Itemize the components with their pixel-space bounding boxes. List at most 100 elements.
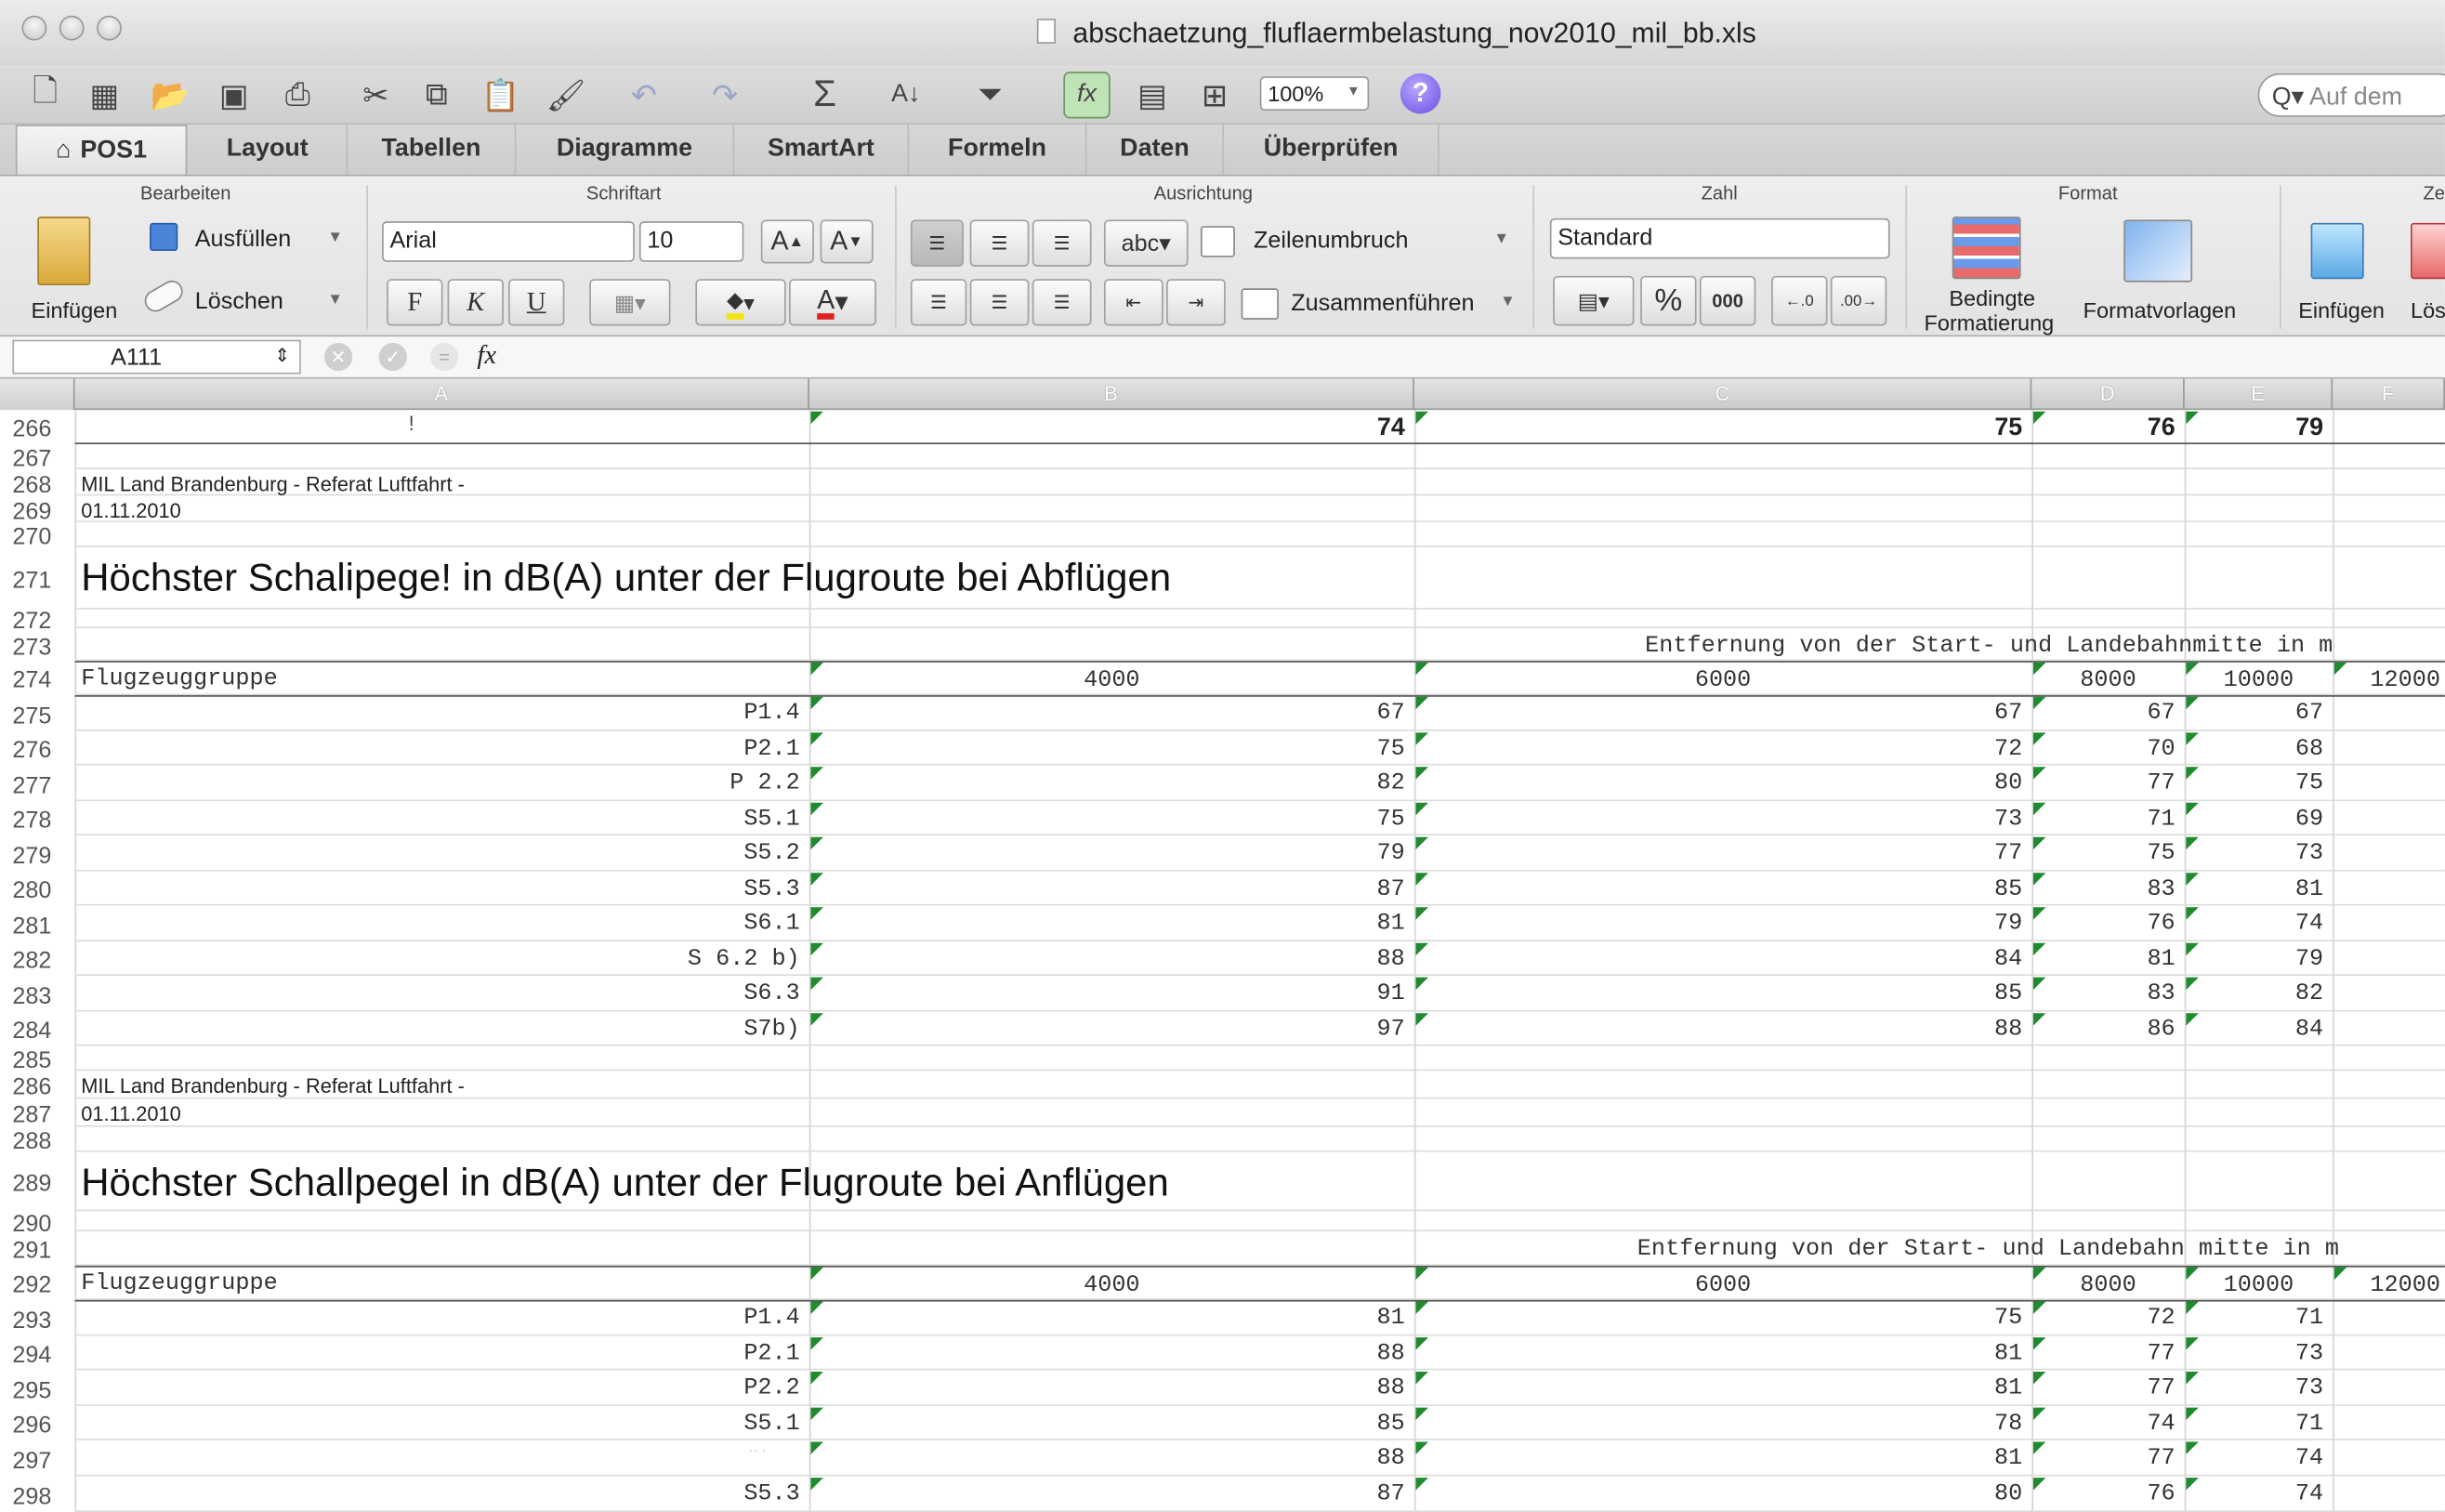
row-number[interactable]: 273 — [0, 627, 75, 662]
templates-icon[interactable]: ▦ — [81, 72, 127, 118]
fill-color-icon[interactable]: ◆ ▾ — [695, 279, 786, 326]
distance-10000[interactable]: 10000 — [2185, 1273, 2333, 1296]
aircraft-group[interactable]: S6.3 — [75, 982, 800, 1006]
noise-value[interactable]: 67 — [2185, 702, 2323, 725]
aircraft-group[interactable]: S5.1 — [75, 808, 800, 831]
row-number[interactable]: 287 — [0, 1098, 75, 1128]
noise-value[interactable]: 82 — [809, 771, 1405, 795]
noise-value[interactable]: 81 — [1414, 1447, 2022, 1470]
toolbox-icon[interactable]: ⊞ — [1191, 72, 1238, 118]
noise-value[interactable]: 85 — [809, 1413, 1405, 1436]
noise-value[interactable]: 73 — [2185, 842, 2323, 865]
noise-value[interactable]: 88 — [809, 948, 1405, 971]
decrease-indent-icon[interactable]: ⇤ — [1103, 279, 1163, 326]
noise-value[interactable]: 81 — [2185, 877, 2323, 901]
conditional-formatting-label-2[interactable]: Formatierung — [1925, 310, 2055, 335]
noise-value[interactable]: 81 — [1414, 1342, 2022, 1365]
distance-header[interactable]: Entfernung von der Start- und Landebahn … — [1637, 1238, 2339, 1261]
row-number[interactable]: 285 — [0, 1045, 75, 1074]
row-number[interactable]: 270 — [0, 521, 75, 550]
row-number[interactable]: 279 — [0, 835, 75, 872]
chevron-down-icon[interactable]: ▼ — [327, 230, 343, 246]
conditional-formatting-label[interactable]: Bedingte — [1949, 285, 2035, 310]
tab-tabellen[interactable]: Tabellen — [348, 125, 517, 175]
aircraft-group[interactable]: S6.1 — [75, 912, 800, 935]
row-number[interactable]: 267 — [0, 444, 75, 472]
noise-value[interactable]: 73 — [2185, 1376, 2323, 1400]
row-number[interactable]: 298 — [0, 1476, 75, 1512]
font-name-select[interactable]: Arial — [382, 221, 635, 262]
row-number[interactable]: 295 — [0, 1370, 75, 1406]
noise-value[interactable]: 87 — [809, 1482, 1405, 1505]
noise-value[interactable]: 91 — [809, 982, 1405, 1006]
equals-icon[interactable]: = — [430, 343, 459, 372]
noise-value[interactable]: 75 — [2185, 771, 2323, 795]
noise-value[interactable]: 67 — [2031, 702, 2175, 725]
noise-value[interactable]: 79 — [2185, 948, 2323, 971]
cell-e266[interactable]: 79 — [2185, 415, 2323, 441]
noise-value[interactable]: 88 — [809, 1376, 1405, 1400]
undo-icon[interactable]: ↶ — [621, 72, 667, 118]
open-icon[interactable]: 📂 — [147, 72, 193, 118]
column-header-a[interactable]: A — [75, 378, 809, 411]
font-color-button[interactable]: A ▾ — [789, 279, 876, 326]
paste-icon[interactable] — [37, 217, 91, 285]
ausfuellen-button[interactable]: Ausfüllen — [195, 226, 292, 253]
row-number[interactable]: 278 — [0, 801, 75, 836]
underline-button[interactable]: U — [507, 279, 565, 326]
cell-c266[interactable]: 75 — [1414, 415, 2022, 441]
noise-value[interactable]: 74 — [2185, 1482, 2323, 1505]
noise-value[interactable]: 67 — [809, 702, 1405, 725]
worksheet-grid[interactable]: 266 267 268 269 270 271 272 273 274 275 276 277 278 2… — [0, 410, 2445, 1512]
aircraft-group[interactable]: P1.4 — [75, 1307, 800, 1330]
bold-button[interactable]: F — [387, 279, 443, 326]
departure-title[interactable]: Höchster Schalipege! in dB(A) unter der … — [81, 559, 1171, 598]
paste-icon[interactable]: 📋 — [477, 72, 523, 118]
noise-value[interactable]: 75 — [809, 808, 1405, 831]
select-all-corner[interactable] — [0, 378, 75, 411]
einfuegen-button[interactable]: Einfügen — [32, 297, 118, 322]
tab-daten[interactable]: Daten — [1086, 125, 1225, 175]
number-format-select[interactable]: Standard — [1549, 217, 1890, 259]
noise-value[interactable]: 88 — [809, 1447, 1405, 1470]
row-number[interactable]: 292 — [0, 1265, 75, 1300]
column-header-c[interactable]: C — [1414, 378, 2032, 411]
noise-value[interactable]: 76 — [2031, 1482, 2175, 1505]
tab-layout[interactable]: Layout — [189, 125, 348, 175]
noise-value[interactable]: 79 — [1414, 912, 2022, 935]
noise-value[interactable]: 75 — [2031, 842, 2175, 865]
date-label[interactable]: 01.11.2010 — [81, 1104, 181, 1124]
noise-value[interactable]: 77 — [2031, 771, 2175, 795]
distance-6000[interactable]: 6000 — [1414, 1273, 2031, 1296]
increase-decimal-icon[interactable]: ←.0 — [1771, 275, 1828, 326]
noise-value[interactable]: 77 — [2031, 1447, 2175, 1470]
confirm-icon[interactable]: ✓ — [378, 343, 407, 372]
noise-value[interactable]: 71 — [2185, 1307, 2323, 1330]
align-top-icon[interactable]: ☰ — [910, 219, 964, 267]
noise-value[interactable]: 87 — [809, 877, 1405, 901]
noise-value[interactable]: 80 — [1414, 1482, 2022, 1505]
noise-value[interactable]: 68 — [2185, 737, 2323, 760]
distance-12000[interactable]: 12000 — [2370, 1273, 2440, 1296]
noise-value[interactable]: 86 — [2031, 1018, 2175, 1041]
aircraft-group[interactable]: S7b) — [75, 1018, 800, 1041]
row-number[interactable]: 277 — [0, 765, 75, 802]
row-number[interactable]: 286 — [0, 1071, 75, 1100]
delete-cells-button[interactable]: Lös — [2411, 297, 2445, 322]
new-document-icon[interactable]: 🗋 — [21, 72, 68, 118]
row-number[interactable]: 293 — [0, 1299, 75, 1336]
function-icon[interactable]: fx — [477, 340, 496, 372]
row-number[interactable]: 280 — [0, 871, 75, 906]
tab-ueberpruefen[interactable]: Überprüfen — [1224, 125, 1439, 175]
save-icon[interactable]: ▣ — [211, 72, 257, 118]
row-number[interactable]: 283 — [0, 975, 75, 1012]
increase-indent-icon[interactable]: ⇥ — [1166, 279, 1226, 326]
noise-value[interactable]: 73 — [1414, 808, 2022, 831]
distance-6000[interactable]: 6000 — [1414, 669, 2031, 692]
filter-icon[interactable]: ⏷ — [966, 72, 1013, 118]
thousands-button[interactable]: 000 — [1699, 275, 1756, 326]
noise-value[interactable]: 77 — [1414, 842, 2022, 865]
noise-value[interactable]: 77 — [2031, 1342, 2175, 1365]
aircraft-group[interactable]: P2.2 — [75, 1376, 800, 1400]
noise-value[interactable]: 74 — [2185, 1447, 2323, 1470]
